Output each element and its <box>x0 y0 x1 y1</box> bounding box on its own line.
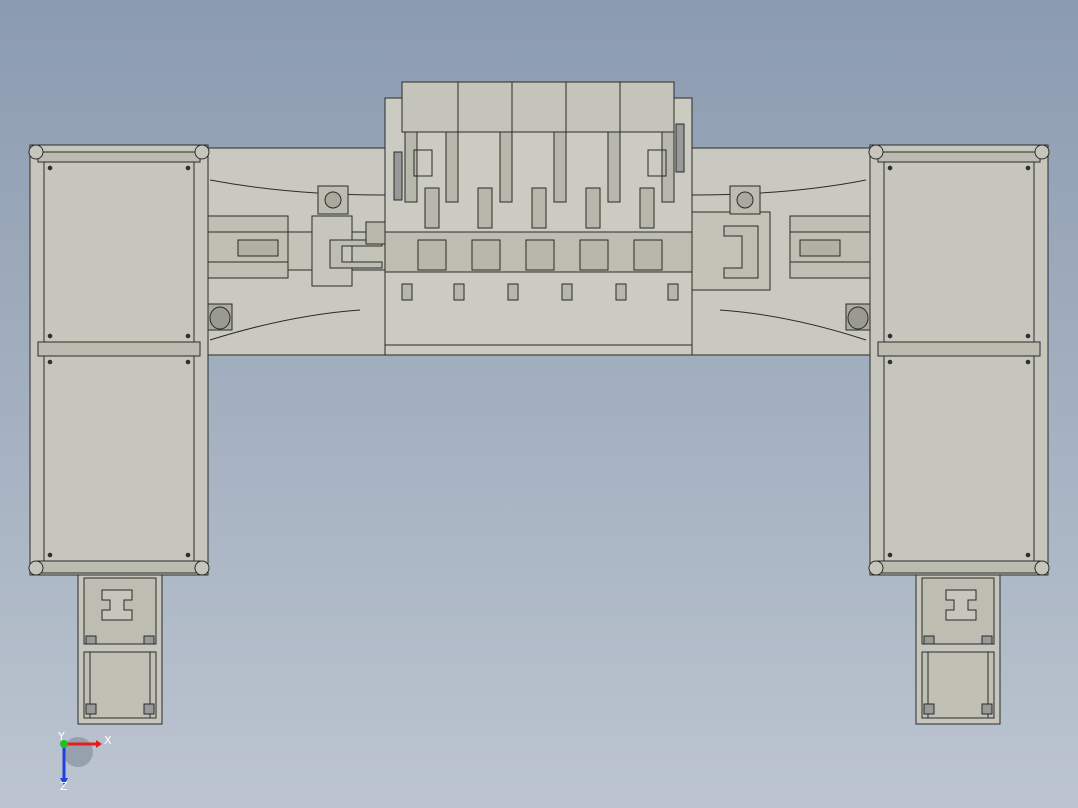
bottom-right-slide-module[interactable] <box>915 571 1001 725</box>
left-frame-column[interactable] <box>28 144 210 576</box>
z-axis-label: Z <box>60 780 68 793</box>
x-axis-arrowhead <box>96 740 102 748</box>
view-orientation-triad: X Y Z <box>57 730 112 793</box>
central-press-head[interactable] <box>384 81 693 356</box>
right-frame-column[interactable] <box>868 144 1050 576</box>
bottom-left-slide-module[interactable] <box>77 571 163 725</box>
machine-assembly-model[interactable] <box>28 81 1050 725</box>
y-axis-label: Y <box>57 730 65 743</box>
triad-background <box>63 737 93 767</box>
cad-graphics-area[interactable]: X Y Z <box>0 0 1078 808</box>
x-axis-label: X <box>104 734 112 747</box>
